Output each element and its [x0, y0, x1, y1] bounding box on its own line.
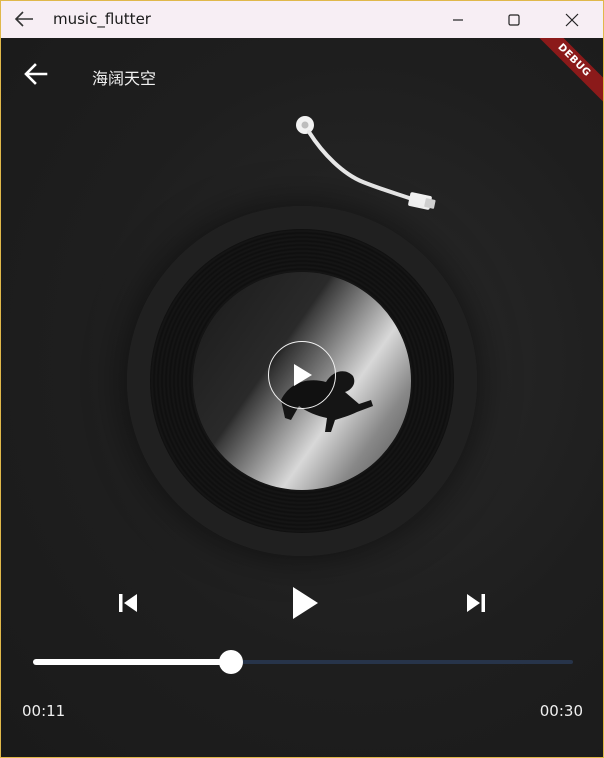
- slider-progress-fill: [33, 659, 231, 665]
- player-screen: 海阔天空 DEBUG 00:11 00:30: [1, 38, 603, 757]
- window-back-button[interactable]: [13, 10, 35, 28]
- minimize-button[interactable]: [435, 1, 481, 38]
- arrow-left-icon: [24, 63, 48, 85]
- minimize-icon: [453, 18, 463, 21]
- next-button[interactable]: [459, 588, 493, 618]
- skip-previous-icon: [119, 594, 137, 612]
- play-icon: [293, 587, 318, 619]
- slider-thumb[interactable]: [219, 650, 243, 674]
- close-button[interactable]: [549, 1, 595, 38]
- skip-next-icon: [467, 594, 485, 612]
- total-time: 00:30: [539, 702, 583, 720]
- app-window: music_flutter 海阔天空 DEBUG 00:11 00:30: [0, 0, 604, 758]
- maximize-icon: [508, 13, 520, 26]
- play-button[interactable]: [285, 583, 325, 623]
- song-title: 海阔天空: [92, 69, 157, 88]
- current-time: 00:11: [22, 702, 66, 720]
- debug-banner: DEBUG: [523, 38, 603, 118]
- progress-slider[interactable]: [33, 650, 573, 674]
- vinyl-record: [127, 206, 477, 556]
- close-icon: [565, 13, 579, 26]
- play-icon: [294, 364, 312, 386]
- previous-button[interactable]: [111, 588, 145, 618]
- back-button[interactable]: [23, 62, 49, 86]
- window-title: music_flutter: [53, 10, 151, 28]
- cover-play-button[interactable]: [268, 341, 336, 409]
- maximize-button[interactable]: [491, 1, 537, 38]
- arrow-left-icon: [14, 11, 33, 27]
- title-bar: music_flutter: [1, 1, 603, 38]
- debug-label: DEBUG: [529, 38, 603, 106]
